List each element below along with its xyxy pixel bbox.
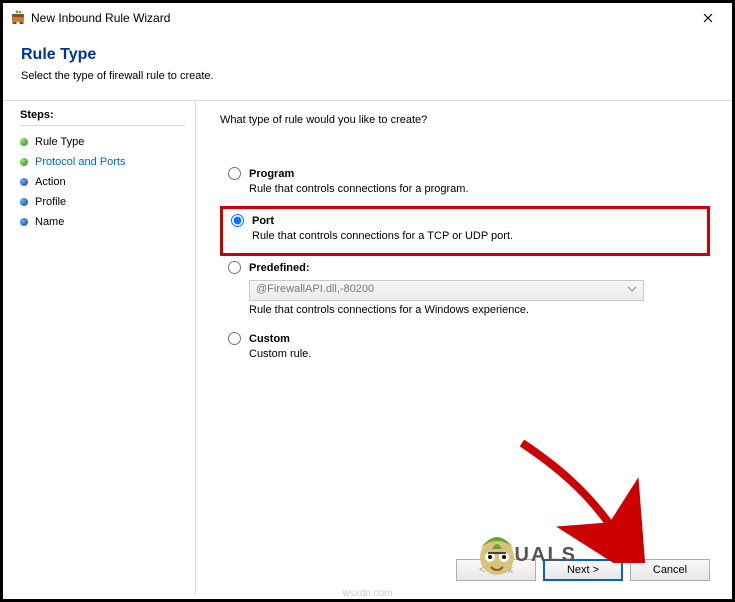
- option-custom-label: Custom: [249, 333, 290, 345]
- bullet-icon: [20, 178, 28, 186]
- title-bar: New Inbound Rule Wizard: [3, 3, 732, 33]
- option-custom-desc: Custom rule.: [228, 348, 702, 360]
- step-label: Protocol and Ports: [35, 156, 126, 168]
- option-program-desc: Rule that controls connections for a pro…: [228, 183, 702, 195]
- radio-program[interactable]: [228, 167, 241, 180]
- chevron-down-icon: [627, 284, 637, 294]
- option-predefined-label: Predefined:: [249, 262, 310, 274]
- bullet-icon: [20, 218, 28, 226]
- option-port[interactable]: Port Rule that controls connections for …: [220, 206, 710, 256]
- step-rule-type[interactable]: Rule Type: [20, 132, 185, 152]
- back-button[interactable]: < Back: [456, 559, 536, 581]
- bullet-icon: [20, 158, 28, 166]
- step-name[interactable]: Name: [20, 212, 185, 232]
- option-port-desc: Rule that controls connections for a TCP…: [231, 230, 699, 242]
- cancel-button[interactable]: Cancel: [630, 559, 710, 581]
- bullet-icon: [20, 138, 28, 146]
- page-title: Rule Type: [21, 46, 714, 64]
- steps-heading: Steps:: [20, 109, 185, 126]
- close-icon: [703, 13, 713, 23]
- wizard-header: Rule Type Select the type of firewall ru…: [3, 33, 732, 101]
- next-button[interactable]: Next >: [543, 559, 623, 581]
- predefined-combobox[interactable]: @FirewallAPI.dll,-80200: [249, 280, 644, 301]
- step-profile[interactable]: Profile: [20, 192, 185, 212]
- option-program[interactable]: Program Rule that controls connections f…: [220, 162, 710, 206]
- step-label: Profile: [35, 196, 66, 208]
- step-label: Name: [35, 216, 64, 228]
- radio-port[interactable]: [231, 214, 244, 227]
- option-predefined[interactable]: Predefined: @FirewallAPI.dll,-80200 Rule…: [220, 256, 710, 327]
- option-port-label: Port: [252, 215, 274, 227]
- rule-type-question: What type of rule would you like to crea…: [220, 114, 710, 126]
- radio-custom[interactable]: [228, 332, 241, 345]
- rule-type-options: Program Rule that controls connections f…: [220, 162, 710, 371]
- window-title: New Inbound Rule Wizard: [26, 11, 685, 25]
- option-program-label: Program: [249, 168, 294, 180]
- step-label: Rule Type: [35, 136, 84, 148]
- wizard-content: What type of rule would you like to crea…: [196, 101, 732, 595]
- step-label: Action: [35, 176, 66, 188]
- steps-sidebar: Steps: Rule Type Protocol and Ports Acti…: [3, 101, 196, 595]
- step-action[interactable]: Action: [20, 172, 185, 192]
- step-protocol-and-ports[interactable]: Protocol and Ports: [20, 152, 185, 172]
- app-icon: [10, 10, 26, 26]
- option-predefined-desc: Rule that controls connections for a Win…: [228, 304, 702, 316]
- radio-predefined[interactable]: [228, 261, 241, 274]
- close-button[interactable]: [685, 4, 730, 32]
- page-subtitle: Select the type of firewall rule to crea…: [21, 70, 714, 82]
- wizard-footer: < Back Next > Cancel: [456, 559, 710, 581]
- predefined-combo-value: @FirewallAPI.dll,-80200: [256, 283, 374, 295]
- wizard-body: Steps: Rule Type Protocol and Ports Acti…: [3, 101, 732, 595]
- option-custom[interactable]: Custom Custom rule.: [220, 327, 710, 371]
- bullet-icon: [20, 198, 28, 206]
